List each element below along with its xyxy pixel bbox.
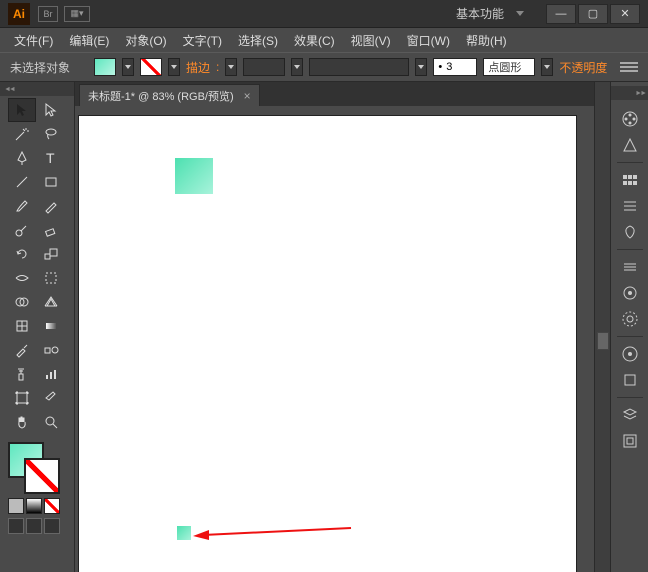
layers-panel-icon[interactable] xyxy=(616,402,644,428)
tab-title: 未标题-1* @ 83% (RGB/预览) xyxy=(88,88,234,104)
draw-normal-icon[interactable] xyxy=(8,518,24,534)
panel-expand-icon[interactable] xyxy=(611,86,648,100)
maximize-button[interactable]: ▢ xyxy=(578,4,608,24)
artboards-panel-icon[interactable] xyxy=(616,428,644,454)
stroke-label[interactable]: 描边 xyxy=(186,59,210,76)
menu-file[interactable]: 文件(F) xyxy=(6,29,61,52)
vertical-scrollbar[interactable] xyxy=(594,82,610,572)
artboard-tool[interactable] xyxy=(8,386,36,410)
magic-wand-tool[interactable] xyxy=(8,122,36,146)
scale-tool[interactable] xyxy=(37,242,65,266)
stroke-color-icon[interactable] xyxy=(24,458,60,494)
document-tab[interactable]: 未标题-1* @ 83% (RGB/预览) × xyxy=(79,84,260,106)
stroke-weight-dd[interactable] xyxy=(291,58,303,76)
stroke-dropdown-icon[interactable] xyxy=(168,58,180,76)
menu-bar: 文件(F) 编辑(E) 对象(O) 文字(T) 选择(S) 效果(C) 视图(V… xyxy=(0,28,648,52)
menu-edit[interactable]: 编辑(E) xyxy=(61,29,117,52)
fill-swatch[interactable] xyxy=(94,58,116,76)
svg-text:T: T xyxy=(46,150,55,166)
tools-collapse-icon[interactable] xyxy=(0,82,74,96)
gradient-mode-icon[interactable] xyxy=(26,498,42,514)
artboard[interactable] xyxy=(79,116,576,572)
var-width-dd[interactable] xyxy=(415,58,427,76)
options-bar: 未选择对象 描边 : •3 点圆形 不透明度 xyxy=(0,52,648,82)
draw-inside-icon[interactable] xyxy=(44,518,60,534)
tab-close-icon[interactable]: × xyxy=(244,89,251,103)
menu-type[interactable]: 文字(T) xyxy=(175,29,230,52)
transparency-panel-icon[interactable] xyxy=(616,306,644,332)
paintbrush-tool[interactable] xyxy=(8,194,36,218)
rectangle-shape-large[interactable] xyxy=(175,158,213,194)
symbols-panel-icon[interactable] xyxy=(616,219,644,245)
brushes-panel-icon[interactable] xyxy=(616,193,644,219)
color-mode-icon[interactable] xyxy=(8,498,24,514)
mesh-tool[interactable] xyxy=(8,314,36,338)
bridge-icon[interactable]: Br xyxy=(38,6,58,22)
brush-profile-dd[interactable] xyxy=(541,58,553,76)
menu-select[interactable]: 选择(S) xyxy=(230,29,286,52)
swatches-panel-icon[interactable] xyxy=(616,167,644,193)
tools-panel: T xyxy=(0,82,75,572)
annotation-arrow xyxy=(193,526,353,540)
options-menu-icon[interactable] xyxy=(620,60,638,74)
stroke-swatch[interactable] xyxy=(140,58,162,76)
brush-profile-select[interactable]: 点圆形 xyxy=(483,58,535,76)
line-tool[interactable] xyxy=(8,170,36,194)
slice-tool[interactable] xyxy=(37,386,65,410)
eraser-tool[interactable] xyxy=(37,218,65,242)
minimize-button[interactable]: — xyxy=(546,4,576,24)
menu-object[interactable]: 对象(O) xyxy=(117,29,174,52)
arrange-docs-icon[interactable]: ▦▾ xyxy=(64,6,90,22)
rectangle-tool[interactable] xyxy=(37,170,65,194)
column-graph-tool[interactable] xyxy=(37,362,65,386)
selection-tool[interactable] xyxy=(8,98,36,122)
var-width-profile[interactable] xyxy=(309,58,409,76)
fill-stroke-swatch[interactable] xyxy=(8,442,60,494)
stroke-panel-icon[interactable] xyxy=(616,254,644,280)
free-transform-tool[interactable] xyxy=(37,266,65,290)
right-panel-strip xyxy=(610,82,648,572)
fill-dropdown-icon[interactable] xyxy=(122,58,134,76)
gradient-tool[interactable] xyxy=(37,314,65,338)
blend-tool[interactable] xyxy=(37,338,65,362)
rotate-tool[interactable] xyxy=(8,242,36,266)
menu-view[interactable]: 视图(V) xyxy=(343,29,399,52)
appearance-panel-icon[interactable] xyxy=(616,341,644,367)
blob-brush-tool[interactable] xyxy=(8,218,36,242)
menu-effect[interactable]: 效果(C) xyxy=(286,29,343,52)
draw-behind-icon[interactable] xyxy=(26,518,42,534)
eyedropper-tool[interactable] xyxy=(8,338,36,362)
menu-window[interactable]: 窗口(W) xyxy=(399,29,458,52)
rectangle-shape-small[interactable] xyxy=(177,526,191,540)
none-mode-icon[interactable] xyxy=(44,498,60,514)
stroke-sep: : xyxy=(216,60,219,74)
close-button[interactable]: ✕ xyxy=(610,4,640,24)
graphic-styles-panel-icon[interactable] xyxy=(616,367,644,393)
symbol-sprayer-tool[interactable] xyxy=(8,362,36,386)
type-tool[interactable]: T xyxy=(37,146,65,170)
stroke-weight-arrow[interactable] xyxy=(225,58,237,76)
workspace-dropdown-icon[interactable] xyxy=(516,11,524,17)
workspace-switcher[interactable]: 基本功能 xyxy=(456,5,504,22)
pen-tool[interactable] xyxy=(8,146,36,170)
gradient-panel-icon[interactable] xyxy=(616,280,644,306)
brush-size-field[interactable]: •3 xyxy=(433,58,477,76)
selection-status: 未选择对象 xyxy=(10,59,70,76)
app-logo: Ai xyxy=(8,3,30,25)
color-guide-panel-icon[interactable] xyxy=(616,132,644,158)
menu-help[interactable]: 帮助(H) xyxy=(458,29,515,52)
width-tool[interactable] xyxy=(8,266,36,290)
stroke-weight-field[interactable] xyxy=(243,58,285,76)
direct-selection-tool[interactable] xyxy=(37,98,65,122)
hand-tool[interactable] xyxy=(8,410,36,434)
lasso-tool[interactable] xyxy=(37,122,65,146)
perspective-grid-tool[interactable] xyxy=(37,290,65,314)
shape-builder-tool[interactable] xyxy=(8,290,36,314)
color-panel-icon[interactable] xyxy=(616,106,644,132)
pencil-tool[interactable] xyxy=(37,194,65,218)
opacity-label[interactable]: 不透明度 xyxy=(559,59,607,76)
scrollbar-thumb[interactable] xyxy=(597,332,609,350)
zoom-tool[interactable] xyxy=(37,410,65,434)
